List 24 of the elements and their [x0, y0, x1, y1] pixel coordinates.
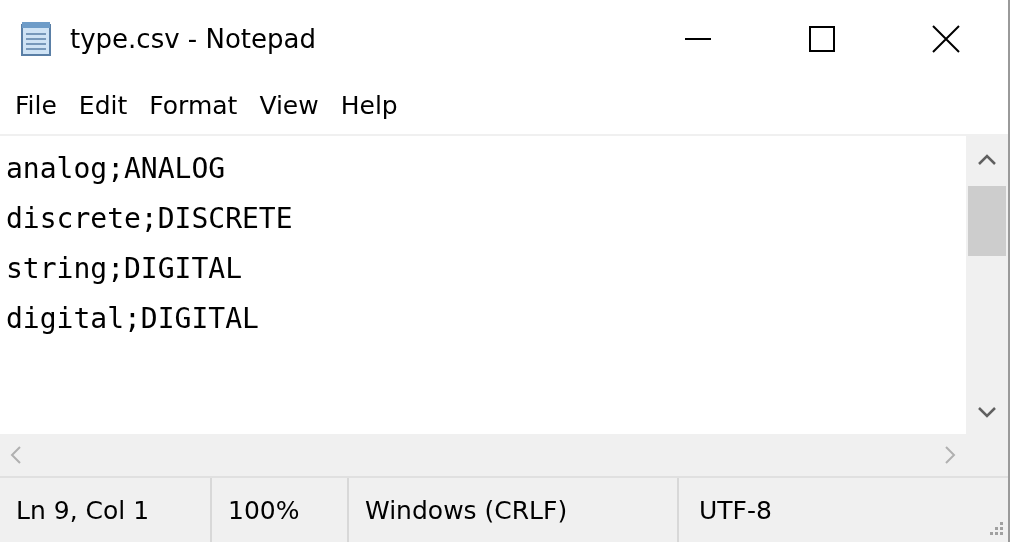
status-text: UTF-8: [698, 494, 772, 527]
window-title: type.csv - Notepad: [70, 24, 316, 54]
status-text: Ln 9, Col 1: [0, 478, 212, 542]
menu-item[interactable]: View: [248, 91, 330, 121]
status-text: Windows (CRLF): [349, 478, 679, 542]
menu-item[interactable]: Help: [329, 91, 409, 121]
text-line: string;DIGITAL: [6, 250, 243, 287]
scroll-thumb[interactable]: [968, 185, 1006, 256]
maximize-icon: [807, 24, 837, 54]
close-icon: [931, 24, 961, 54]
scroll-down-icon[interactable]: [977, 405, 997, 418]
text-line: digital;DIGITAL: [6, 300, 260, 337]
menu-item[interactable]: Edit: [67, 91, 139, 121]
text-line: discrete;DISCRETE: [6, 200, 294, 237]
status-text: 100%: [212, 478, 349, 542]
vertical-scrollbar[interactable]: [966, 135, 1008, 434]
menu-item[interactable]: File: [4, 91, 68, 121]
scroll-right-icon[interactable]: [944, 445, 956, 466]
scroll-up-icon[interactable]: [977, 153, 997, 166]
scroll-left-icon[interactable]: [10, 445, 22, 466]
horizontal-scrollbar[interactable]: [0, 433, 1008, 477]
menu-item[interactable]: Format: [138, 91, 249, 121]
minimize-icon: [685, 38, 711, 40]
text-line: analog;ANALOG: [6, 150, 227, 187]
